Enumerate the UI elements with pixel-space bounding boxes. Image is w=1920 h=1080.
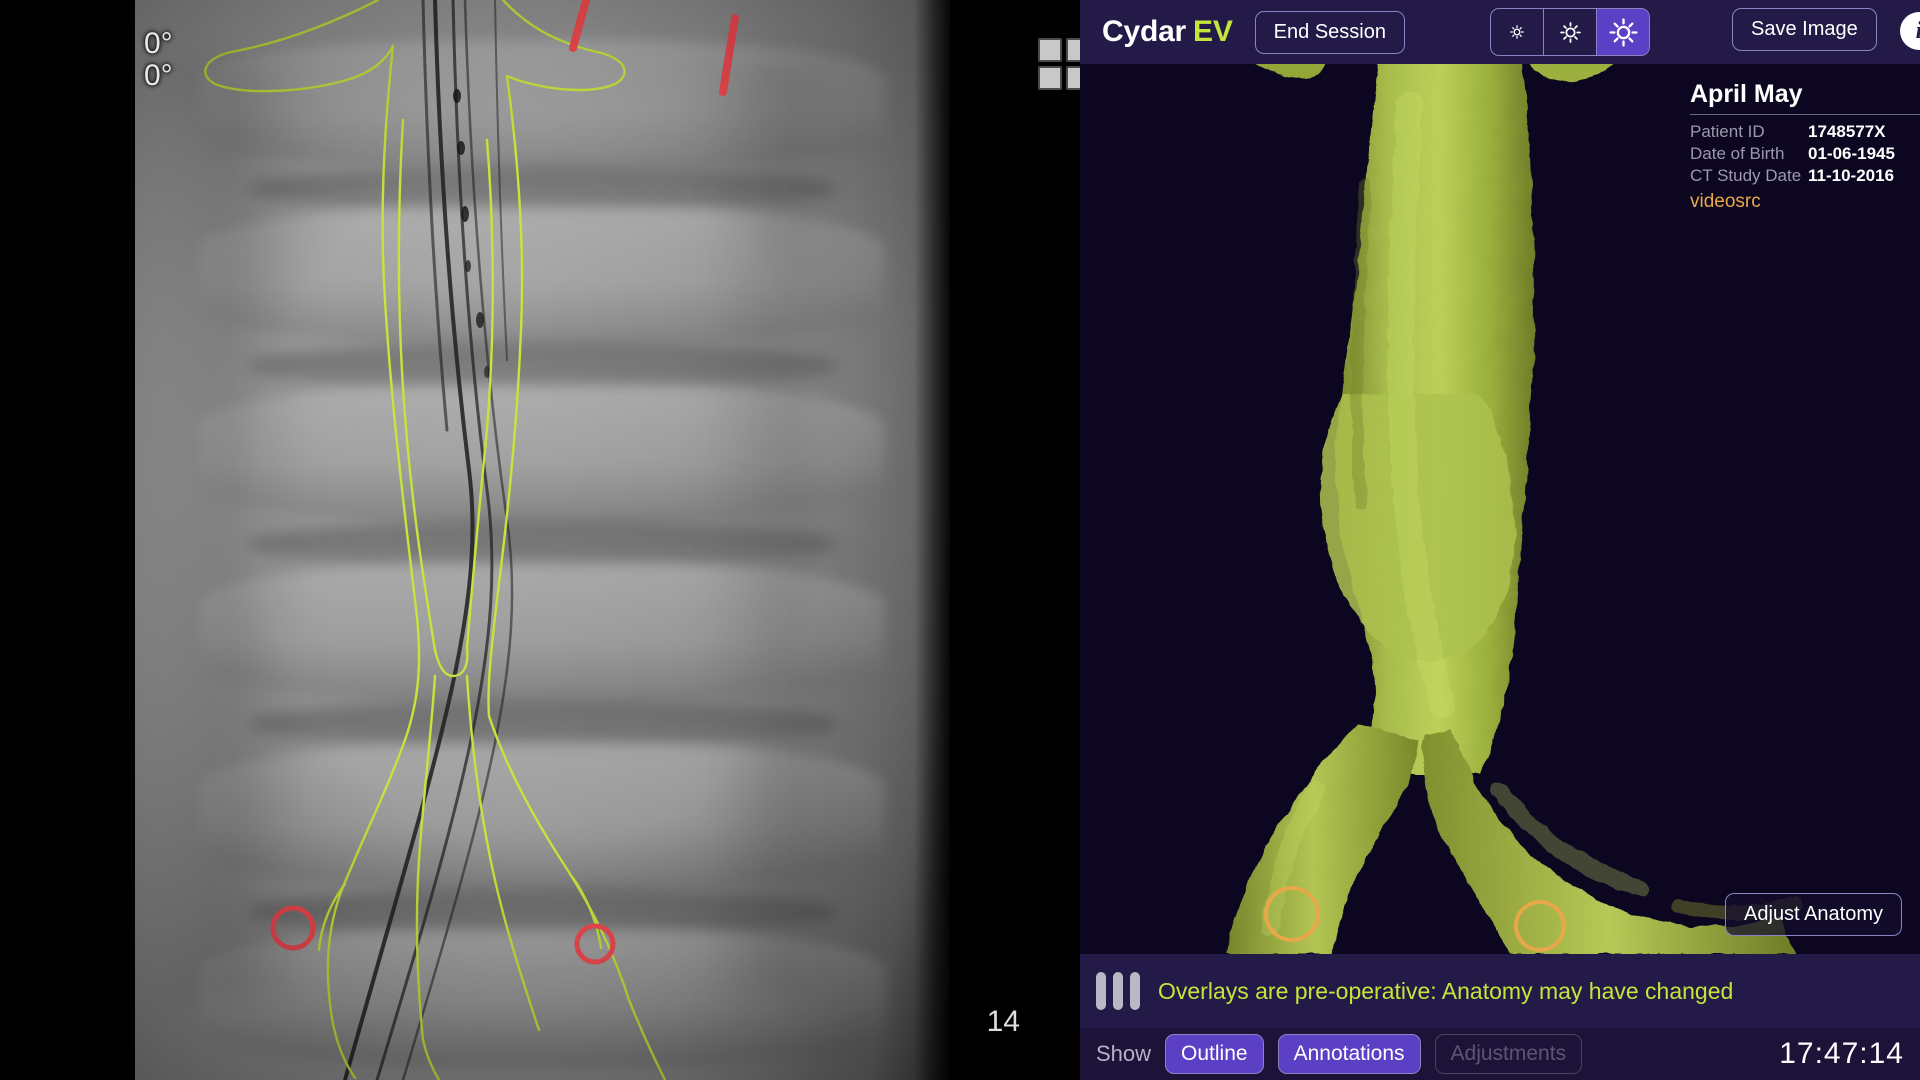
bottom-toolbar: Show Outline Annotations Adjustments 17:… [1080, 1028, 1920, 1080]
stripe [1113, 972, 1123, 1010]
secondary-angle-value: 0° [144, 59, 173, 92]
sun-medium-icon [1559, 21, 1581, 43]
logo-secondary-text: EV [1193, 15, 1233, 48]
sun-small-icon [1510, 25, 1524, 39]
fluoroscopy-image[interactable] [135, 0, 950, 1080]
warning-message: Overlays are pre-operative: Anatomy may … [1158, 977, 1734, 1004]
brightness-low-button[interactable] [1491, 9, 1544, 55]
brightness-medium-button[interactable] [1544, 9, 1597, 55]
fluoroscopy-panel[interactable]: 0° 0° 14 [0, 0, 1080, 1080]
grid-cell [1038, 38, 1062, 62]
adjust-anatomy-button[interactable]: Adjust Anatomy [1725, 893, 1902, 936]
stripe [1130, 972, 1140, 1010]
brightness-high-button[interactable] [1597, 9, 1649, 55]
top-toolbar: Cydar EV End Session Save Image [1080, 0, 1920, 64]
overlay-warning-bar: Overlays are pre-operative: Anatomy may … [1080, 954, 1920, 1029]
patient-field-row: CT Study Date 11-10-2016 [1690, 165, 1920, 187]
app-logo: Cydar EV [1102, 15, 1233, 49]
patient-field-row: Patient ID 1748577X [1690, 121, 1920, 143]
patient-info-card: April May Patient ID 1748577X Date of Bi… [1680, 76, 1920, 217]
toggle-adjustments-button: Adjustments [1434, 1034, 1583, 1074]
three-d-anatomy-viewport[interactable]: April May Patient ID 1748577X Date of Bi… [1080, 64, 1920, 954]
patient-field-row: Date of Birth 01-06-1945 [1690, 143, 1920, 165]
toggle-annotations-button[interactable]: Annotations [1277, 1034, 1421, 1074]
collimator-edge [914, 0, 950, 1080]
end-session-button[interactable]: End Session [1254, 10, 1405, 54]
grid-2x2-icon[interactable] [1038, 38, 1080, 90]
grid-cell [1038, 66, 1062, 90]
patient-name: April May [1690, 80, 1803, 108]
cydar-ev-application: 0° 0° 14 Cydar EV End Session Save Image… [0, 0, 1920, 1080]
info-icon[interactable]: i [1900, 12, 1920, 50]
field-value: 01-06-1945 [1808, 144, 1895, 163]
divider [1690, 114, 1920, 115]
frame-counter: 14 [986, 1005, 1020, 1038]
toggle-outline-button[interactable]: Outline [1165, 1034, 1264, 1074]
field-value: 11-10-2016 [1808, 166, 1895, 185]
video-source-label: videosrc [1690, 191, 1761, 212]
cydar-control-panel: Cydar EV End Session Save Image April Ma… [1080, 0, 1920, 1080]
clock: 17:47:14 [1779, 1037, 1904, 1070]
warning-stripes-icon [1096, 972, 1140, 1010]
grid-cell [1066, 66, 1080, 90]
logo-primary-text: Cydar [1102, 15, 1187, 48]
grid-cell [1066, 38, 1080, 62]
field-label: CT Study Date [1690, 166, 1802, 185]
field-label: Patient ID [1690, 122, 1765, 141]
stripe [1096, 972, 1106, 1010]
renal-ostium-marker [569, 0, 739, 96]
field-value: 1748577X [1808, 122, 1886, 141]
primary-angle-value: 0° [144, 27, 173, 60]
angle-readouts: 0° 0° [144, 28, 173, 92]
brightness-toggle-group[interactable] [1490, 8, 1650, 56]
sun-large-icon [1608, 17, 1638, 47]
field-label: Date of Birth [1690, 144, 1785, 163]
save-image-button[interactable]: Save Image [1732, 8, 1877, 51]
vessel-overlay-graphics [204, 0, 739, 1080]
show-label: Show [1096, 1041, 1152, 1066]
landmark-circle-marker [270, 905, 616, 965]
